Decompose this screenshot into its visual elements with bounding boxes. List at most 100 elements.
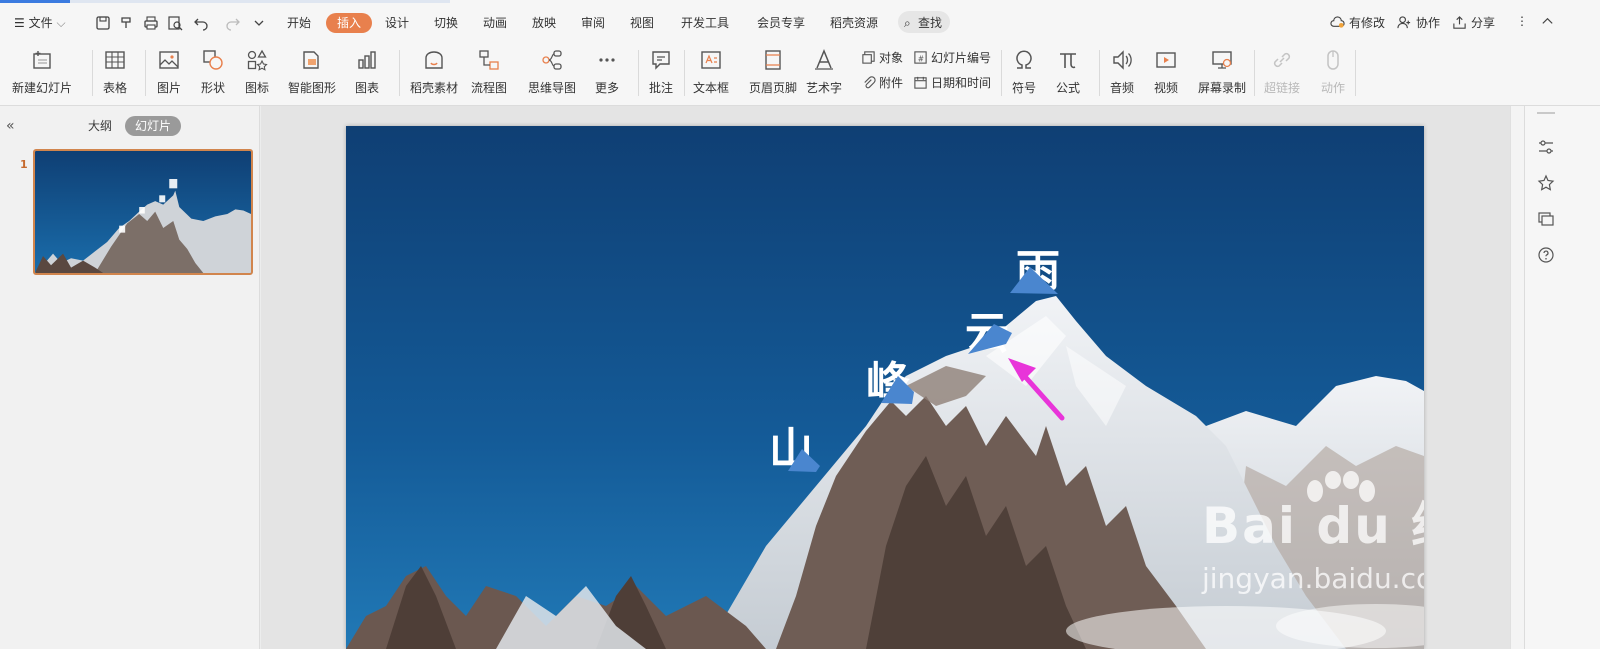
paperclip-icon xyxy=(864,76,876,89)
speaker-icon xyxy=(1109,47,1135,73)
ribbon-separator xyxy=(638,50,639,96)
tab-slides[interactable]: 幻灯片 xyxy=(125,116,182,136)
menu-bar: ☰ 文件 ⌵ 开始 插入 设计 切换 动画 放映 审阅 视图 开发工具 会员专享… xyxy=(0,0,1600,44)
paw-logo-icon xyxy=(1307,471,1375,502)
share-button[interactable]: 分享 xyxy=(1452,14,1495,31)
textbox-button[interactable]: 文本框 xyxy=(693,44,729,104)
audio-button[interactable]: 音频 xyxy=(1109,44,1135,104)
symbol-button[interactable]: 符号 xyxy=(1011,44,1037,104)
screen-record-icon xyxy=(1209,47,1235,73)
slide-number-label: 1 xyxy=(20,158,28,171)
chevron-down-icon: ⌵ xyxy=(56,16,66,30)
chart-icon xyxy=(354,47,380,73)
smartart-button[interactable]: 智能图形 xyxy=(288,44,336,104)
properties-icon[interactable] xyxy=(1537,138,1555,156)
slide-layout-icon[interactable] xyxy=(1537,210,1555,228)
formula-button[interactable]: 公式 xyxy=(1055,44,1081,104)
tab-home[interactable]: 开始 xyxy=(287,14,311,32)
hyperlink-button[interactable]: 超链接 xyxy=(1264,44,1300,104)
search-label: 查找 xyxy=(918,16,943,30)
svg-text:#: # xyxy=(918,54,924,63)
datetime-button[interactable]: 日期和时间 xyxy=(913,74,991,91)
slide-number-icon: # xyxy=(914,51,927,64)
slide-thumbnail-image xyxy=(35,151,251,273)
icons-library-icon xyxy=(244,47,270,73)
pane-grip xyxy=(1537,112,1555,114)
file-menu[interactable]: ☰ 文件 ⌵ xyxy=(14,14,66,32)
video-button[interactable]: 视频 xyxy=(1153,44,1179,104)
collapse-ribbon-icon[interactable] xyxy=(1540,14,1555,29)
tab-review[interactable]: 审阅 xyxy=(581,14,605,32)
header-footer-icon xyxy=(760,47,786,73)
new-slide-icon xyxy=(29,47,55,73)
tab-docer-resources[interactable]: 稻壳资源 xyxy=(830,14,878,32)
tab-transitions[interactable]: 切换 xyxy=(434,14,458,32)
pi-icon xyxy=(1055,47,1081,73)
ribbon-separator xyxy=(1099,50,1100,96)
header-footer-button[interactable]: 页眉页脚 xyxy=(749,44,797,104)
print-icon[interactable] xyxy=(142,14,160,32)
user-add-icon xyxy=(1397,16,1411,29)
flowchart-button[interactable]: 流程图 xyxy=(471,44,507,104)
slide-canvas[interactable]: 山 峰 云 雨 Bai du 经验 jingyan.baidu.com xyxy=(346,126,1424,649)
save-icon[interactable] xyxy=(94,14,112,32)
help-icon[interactable] xyxy=(1537,246,1555,264)
comment-button[interactable]: 批注 xyxy=(648,44,674,104)
table-button[interactable]: 表格 xyxy=(102,44,128,104)
format-painter-icon[interactable] xyxy=(118,14,136,32)
comment-icon xyxy=(648,47,674,73)
tab-view[interactable]: 视图 xyxy=(630,14,654,32)
print-preview-icon[interactable] xyxy=(166,14,184,32)
more-options-icon[interactable]: ⋮ xyxy=(1516,14,1528,28)
ribbon-separator xyxy=(399,50,400,96)
quick-access-dropdown-icon[interactable] xyxy=(250,14,268,32)
picture-button[interactable]: 图片 xyxy=(156,44,182,104)
tab-slideshow[interactable]: 放映 xyxy=(532,14,556,32)
mindmap-icon xyxy=(539,47,565,73)
ribbon-separator xyxy=(1355,50,1356,96)
redo-icon[interactable] xyxy=(224,14,242,32)
vertical-scrollbar[interactable] xyxy=(1510,106,1524,649)
wordart-icon xyxy=(811,47,837,73)
object-button[interactable]: 对象 xyxy=(861,49,903,66)
smartart-icon xyxy=(299,47,325,73)
calendar-icon xyxy=(914,76,927,89)
tab-design[interactable]: 设计 xyxy=(385,14,409,32)
wordart-button[interactable]: 艺术字 xyxy=(806,44,842,104)
collab-button[interactable]: 协作 xyxy=(1397,14,1440,31)
ribbon-separator xyxy=(92,50,93,96)
share-icon xyxy=(1453,16,1466,29)
animation-star-icon[interactable] xyxy=(1537,174,1555,192)
tab-insert[interactable]: 插入 xyxy=(326,13,373,33)
more-button[interactable]: 更多 xyxy=(594,44,620,104)
ribbon-separator xyxy=(1254,50,1255,96)
screen-record-button[interactable]: 屏幕录制 xyxy=(1198,44,1246,104)
chart-button[interactable]: 图表 xyxy=(354,44,380,104)
modified-status-button[interactable]: 有修改 xyxy=(1330,14,1385,31)
active-window-indicator xyxy=(0,0,70,3)
collapse-panel-icon[interactable]: « xyxy=(6,118,15,134)
tab-animations[interactable]: 动画 xyxy=(483,14,507,32)
mindmap-button[interactable]: 思维导图 xyxy=(528,44,576,104)
video-icon xyxy=(1153,47,1179,73)
new-slide-button[interactable]: 新建幻灯片 xyxy=(12,44,72,104)
tab-outline[interactable]: 大纲 xyxy=(88,116,112,136)
link-icon xyxy=(1269,47,1295,73)
slide-number-button[interactable]: # 幻灯片编号 xyxy=(913,49,991,66)
shape-button[interactable]: 形状 xyxy=(200,44,226,104)
omega-icon xyxy=(1011,47,1037,73)
attachment-button[interactable]: 附件 xyxy=(861,74,903,91)
tab-member[interactable]: 会员专享 xyxy=(757,14,805,32)
slides-panel: « 大纲 幻灯片 1 xyxy=(0,106,260,649)
slide-thumbnail[interactable] xyxy=(33,149,253,275)
object-icon xyxy=(862,51,875,64)
shape-icon xyxy=(200,47,226,73)
icon-button[interactable]: 图标 xyxy=(244,44,270,104)
undo-icon[interactable] xyxy=(192,14,210,32)
textbox-icon xyxy=(698,47,724,73)
cloud-icon xyxy=(1330,16,1345,28)
docer-material-button[interactable]: 稻壳素材 xyxy=(410,44,458,104)
action-button[interactable]: 动作 xyxy=(1320,44,1346,104)
table-icon xyxy=(102,47,128,73)
tab-developer[interactable]: 开发工具 xyxy=(681,14,729,32)
